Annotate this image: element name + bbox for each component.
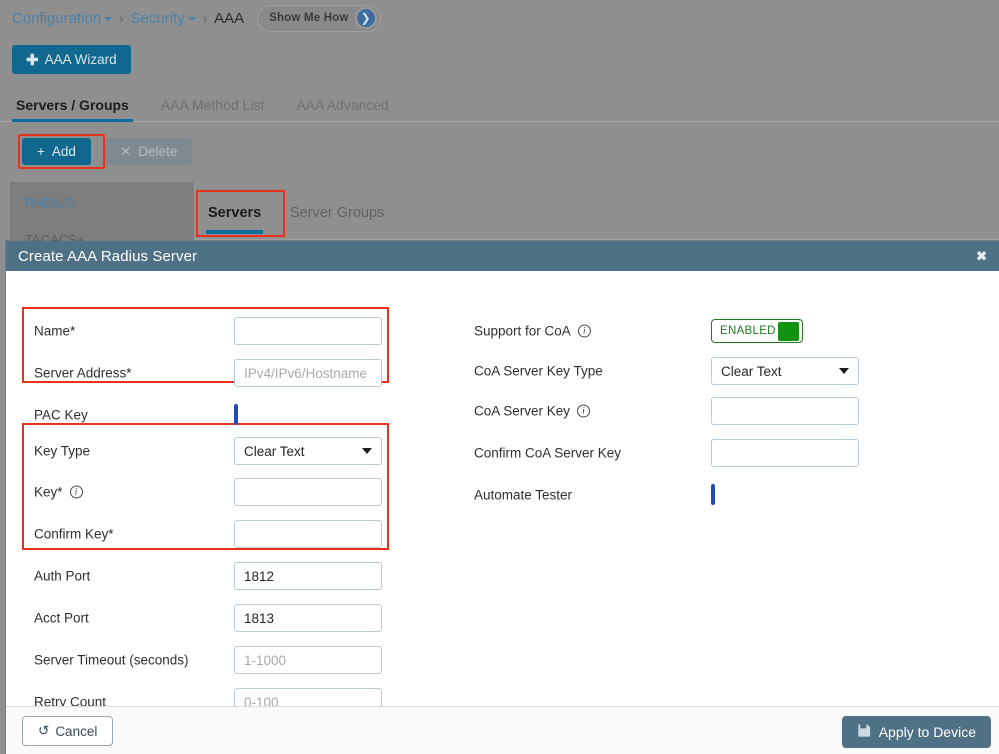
coa-server-key-label: CoA Server Key — [474, 403, 571, 419]
field-row-automate-tester: Automate Tester — [466, 480, 926, 510]
tab-aaa-method-list[interactable]: AAA Method List — [145, 97, 281, 121]
chevron-down-icon — [187, 16, 196, 21]
chevron-down-icon — [362, 448, 372, 454]
server-address-input[interactable] — [234, 359, 382, 387]
key-type-label: Key Type — [34, 443, 91, 459]
key-label: Key* — [34, 484, 63, 500]
field-row-acct-port: Acct Port — [6, 603, 426, 633]
field-row-server-timeout: Server Timeout (seconds) — [6, 645, 426, 675]
tab-server-groups[interactable]: Server Groups — [290, 205, 384, 221]
breadcrumb-item-configuration[interactable]: Configuration — [12, 9, 113, 27]
name-label: Name* — [34, 323, 76, 339]
servers-tab-highlight — [196, 190, 285, 237]
chevron-down-icon — [104, 16, 113, 21]
coa-server-key-type-label: CoA Server Key Type — [474, 363, 603, 379]
automate-tester-checkbox[interactable] — [711, 484, 715, 505]
breadcrumb-item-aaa: AAA — [214, 9, 245, 27]
coa-server-key-input[interactable] — [711, 397, 859, 425]
server-timeout-label: Server Timeout (seconds) — [34, 652, 189, 668]
field-row-server-address: Server Address* — [6, 358, 426, 388]
coa-server-key-type-select[interactable]: Clear Text — [711, 357, 859, 385]
auth-port-label: Auth Port — [34, 568, 91, 584]
close-icon: ✕ — [120, 143, 132, 159]
pac-key-checkbox[interactable] — [234, 404, 238, 425]
coa-server-key-type-value: Clear Text — [721, 363, 782, 379]
breadcrumb-configuration-label: Configuration — [12, 9, 102, 27]
plus-icon: ✚ — [26, 51, 39, 69]
apply-to-device-label: Apply to Device — [878, 724, 976, 740]
cancel-button-label: Cancel — [55, 723, 98, 739]
support-for-coa-label: Support for CoA — [474, 323, 571, 339]
tab-servers-groups[interactable]: Servers / Groups — [0, 97, 145, 122]
delete-button-label: Delete — [138, 144, 178, 159]
key-type-select[interactable]: Clear Text — [234, 437, 382, 465]
support-for-coa-toggle-label: ENABLED — [720, 325, 776, 337]
field-row-coa-server-key-type: CoA Server Key Type Clear Text — [466, 356, 926, 386]
name-input[interactable] — [234, 317, 382, 345]
tab-aaa-advanced[interactable]: AAA Advanced — [280, 97, 405, 121]
chevron-right-icon: ❯ — [354, 7, 377, 29]
dialog-header: Create AAA Radius Server ✖ — [6, 241, 999, 271]
confirm-coa-server-key-input[interactable] — [711, 439, 859, 467]
undo-icon: ↺ — [38, 723, 50, 738]
breadcrumb: Configuration › Security › AAA Show Me H… — [12, 4, 381, 32]
dialog-footer: ↺ Cancel Apply to Device — [6, 706, 999, 754]
field-row-key-type: Key Type Clear Text — [6, 436, 426, 466]
close-icon[interactable]: ✖ — [976, 250, 987, 263]
field-row-coa-server-key: CoA Server Key i — [466, 396, 926, 426]
field-row-pac-key: PAC Key — [6, 400, 426, 430]
breadcrumb-separator: › — [119, 10, 124, 26]
field-row-support-for-coa: Support for CoA i ENABLED — [466, 316, 926, 346]
chevron-down-icon — [839, 368, 849, 374]
aaa-wizard-label: AAA Wizard — [44, 52, 117, 67]
confirm-key-label: Confirm Key* — [34, 526, 114, 542]
server-timeout-input[interactable] — [234, 646, 382, 674]
key-type-value: Clear Text — [244, 443, 305, 459]
aaa-wizard-button[interactable]: ✚ AAA Wizard — [12, 45, 131, 74]
server-address-label: Server Address* — [34, 365, 132, 381]
acct-port-input[interactable] — [234, 604, 382, 632]
field-row-auth-port: Auth Port — [6, 561, 426, 591]
info-icon[interactable]: i — [577, 324, 591, 338]
delete-button: ✕ Delete — [105, 138, 193, 165]
field-row-confirm-key: Confirm Key* — [6, 519, 426, 549]
support-for-coa-toggle[interactable]: ENABLED — [711, 319, 803, 343]
add-button-highlight — [18, 134, 105, 169]
cancel-button[interactable]: ↺ Cancel — [22, 716, 114, 746]
info-icon[interactable]: i — [69, 485, 83, 499]
field-row-key: Key* i — [6, 477, 426, 507]
save-disk-icon — [857, 723, 871, 741]
apply-to-device-button[interactable]: Apply to Device — [841, 716, 991, 748]
breadcrumb-security-label: Security — [130, 9, 185, 27]
confirm-coa-server-key-label: Confirm CoA Server Key — [474, 445, 622, 461]
dialog-title: Create AAA Radius Server — [18, 247, 198, 265]
breadcrumb-separator: › — [202, 10, 208, 26]
show-me-how-label: Show Me How — [269, 12, 349, 24]
toggle-knob — [778, 321, 799, 341]
show-me-how-button[interactable]: Show Me How ❯ — [257, 4, 381, 32]
field-row-name: Name* — [6, 316, 426, 346]
auth-port-input[interactable] — [234, 562, 382, 590]
acct-port-label: Acct Port — [34, 610, 89, 626]
create-aaa-radius-server-dialog: Create AAA Radius Server ✖ Name* Server … — [6, 241, 999, 754]
main-tab-bar: Servers / Groups AAA Method List AAA Adv… — [0, 90, 999, 122]
automate-tester-label: Automate Tester — [474, 487, 573, 503]
sidebar-item-radius[interactable]: RADIUS — [25, 195, 74, 210]
key-input[interactable] — [234, 478, 382, 506]
field-row-confirm-coa-server-key: Confirm CoA Server Key — [466, 438, 926, 468]
pac-key-label: PAC Key — [34, 407, 88, 423]
confirm-key-input[interactable] — [234, 520, 382, 548]
dialog-body: Name* Server Address* PAC Key Key Type C… — [6, 271, 999, 716]
info-icon[interactable]: i — [577, 404, 591, 418]
breadcrumb-item-security[interactable]: Security — [131, 10, 196, 27]
